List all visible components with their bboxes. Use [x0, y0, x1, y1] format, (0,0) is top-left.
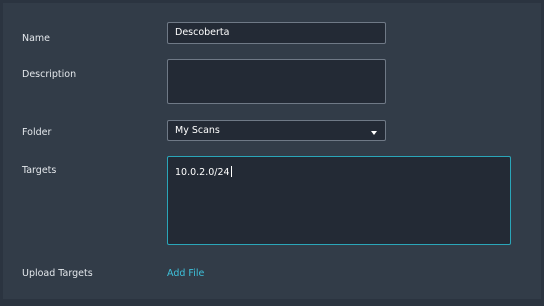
targets-text: 10.0.2.0/24	[175, 167, 230, 178]
text-cursor	[230, 166, 232, 177]
name-input-value: Descoberta	[175, 27, 230, 38]
folder-select-value: My Scans	[175, 125, 220, 136]
folder-select[interactable]: My Scans	[167, 120, 386, 141]
description-label: Description	[22, 69, 77, 80]
name-input[interactable]: Descoberta	[167, 22, 386, 44]
description-textarea[interactable]	[167, 59, 386, 104]
add-file-link[interactable]: Add File	[167, 268, 204, 279]
targets-textarea-value: 10.0.2.0/24	[175, 166, 232, 178]
scan-settings-form: Name Descoberta Description Folder My Sc…	[3, 3, 541, 299]
folder-label: Folder	[22, 127, 52, 138]
targets-label: Targets	[22, 165, 57, 176]
caret-down-icon	[371, 131, 377, 135]
upload-targets-label: Upload Targets	[22, 268, 93, 279]
targets-textarea[interactable]: 10.0.2.0/24	[167, 156, 511, 245]
name-label: Name	[22, 33, 51, 44]
